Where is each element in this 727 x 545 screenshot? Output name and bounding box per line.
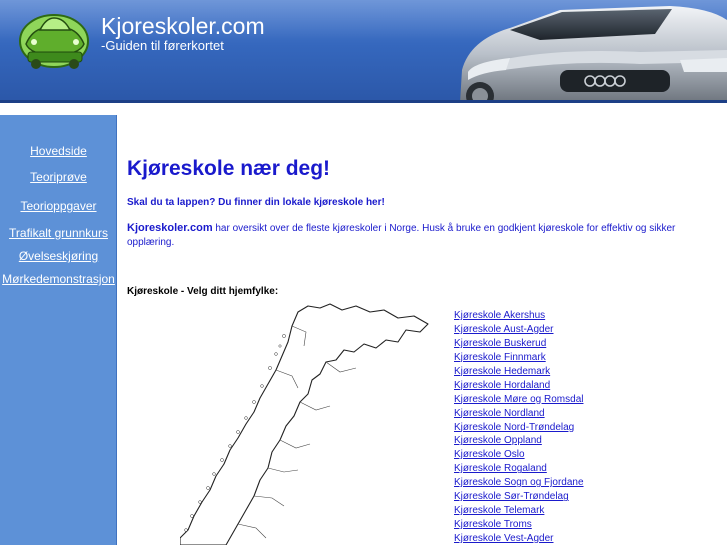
list-item: Kjøreskole Rogaland — [454, 462, 584, 476]
sidebar-item-trafikalt-grunnkurs[interactable]: Trafikalt grunnkurs — [0, 226, 117, 240]
county-link-rogaland[interactable]: Kjøreskole Rogaland — [454, 463, 547, 474]
county-link-finnmark[interactable]: Kjøreskole Finnmark — [454, 352, 546, 363]
list-item: Kjøreskole Hordaland — [454, 379, 584, 393]
county-link-akershus[interactable]: Kjøreskole Akershus — [454, 310, 545, 321]
list-item: Kjøreskole Akershus — [454, 309, 584, 323]
county-link-buskerud[interactable]: Kjøreskole Buskerud — [454, 338, 546, 349]
site-header: Kjoreskoler.com -Guiden til førerkortet — [0, 0, 727, 103]
county-link-troms[interactable]: Kjøreskole Troms — [454, 519, 532, 530]
intro-heading: Skal du ta lappen? Du finner din lokale … — [127, 197, 385, 208]
list-item: Kjøreskole Finnmark — [454, 351, 584, 365]
county-link-oslo[interactable]: Kjøreskole Oslo — [454, 449, 525, 460]
list-item: Kjøreskole Sogn og Fjordane — [454, 476, 584, 490]
list-item: Kjøreskole Nordland — [454, 407, 584, 421]
car-logo-icon[interactable] — [14, 8, 96, 72]
sports-car-image — [460, 6, 727, 103]
site-subtitle: -Guiden til førerkortet — [101, 38, 224, 53]
county-link-oppland[interactable]: Kjøreskole Oppland — [454, 435, 542, 446]
county-link-nord-trondelag[interactable]: Kjøreskole Nord-Trøndelag — [454, 422, 574, 433]
list-item: Kjøreskole Buskerud — [454, 337, 584, 351]
norway-map-image[interactable] — [180, 302, 442, 545]
list-item: Kjøreskole Troms — [454, 518, 584, 532]
county-link-more-og-romsdal[interactable]: Kjøreskole Møre og Romsdal — [454, 394, 583, 405]
intro-brand: Kjoreskoler.com — [127, 222, 213, 234]
county-link-aust-agder[interactable]: Kjøreskole Aust-Agder — [454, 324, 554, 335]
sidebar-item-ovelseskjoring[interactable]: Øvelseskjøring — [0, 249, 117, 263]
list-item: Kjøreskole Møre og Romsdal — [454, 393, 584, 407]
county-link-sor-trondelag[interactable]: Kjøreskole Sør-Trøndelag — [454, 491, 569, 502]
county-link-telemark[interactable]: Kjøreskole Telemark — [454, 505, 544, 516]
county-link-nordland[interactable]: Kjøreskole Nordland — [454, 408, 545, 419]
county-link-sogn-og-fjordane[interactable]: Kjøreskole Sogn og Fjordane — [454, 477, 584, 488]
sidebar-item-hovedside[interactable]: Hovedside — [0, 144, 117, 158]
county-select-heading: Kjøreskole - Velg ditt hjemfylke: — [127, 286, 279, 297]
list-item: Kjøreskole Oslo — [454, 448, 584, 462]
sidebar-nav: Hovedside Teoriprøve Teorioppgaver Trafi… — [0, 115, 117, 545]
county-link-hedemark[interactable]: Kjøreskole Hedemark — [454, 366, 550, 377]
county-link-hordaland[interactable]: Kjøreskole Hordaland — [454, 380, 550, 391]
list-item: Kjøreskole Hedemark — [454, 365, 584, 379]
sidebar-item-morkedemonstrasjon[interactable]: Mørkedemonstrasjon — [0, 272, 117, 286]
page-title: Kjøreskole nær deg! — [127, 157, 331, 180]
list-item: Kjøreskole Nord-Trøndelag — [454, 421, 584, 435]
intro-paragraph: Kjoreskoler.com har oversikt over de fle… — [127, 221, 707, 250]
header-gap — [0, 103, 727, 115]
county-link-vest-agder[interactable]: Kjøreskole Vest-Agder — [454, 533, 554, 544]
list-item: Kjøreskole Vest-Agder — [454, 532, 584, 545]
list-item: Kjøreskole Oppland — [454, 434, 584, 448]
list-item: Kjøreskole Aust-Agder — [454, 323, 584, 337]
site-title: Kjoreskoler.com — [101, 13, 265, 39]
sidebar-item-teorioppgaver[interactable]: Teorioppgaver — [0, 199, 117, 213]
county-list: Kjøreskole Akershus Kjøreskole Aust-Agde… — [454, 309, 584, 545]
list-item: Kjøreskole Telemark — [454, 504, 584, 518]
sidebar-item-teoriprove[interactable]: Teoriprøve — [0, 170, 117, 184]
list-item: Kjøreskole Sør-Trøndelag — [454, 490, 584, 504]
